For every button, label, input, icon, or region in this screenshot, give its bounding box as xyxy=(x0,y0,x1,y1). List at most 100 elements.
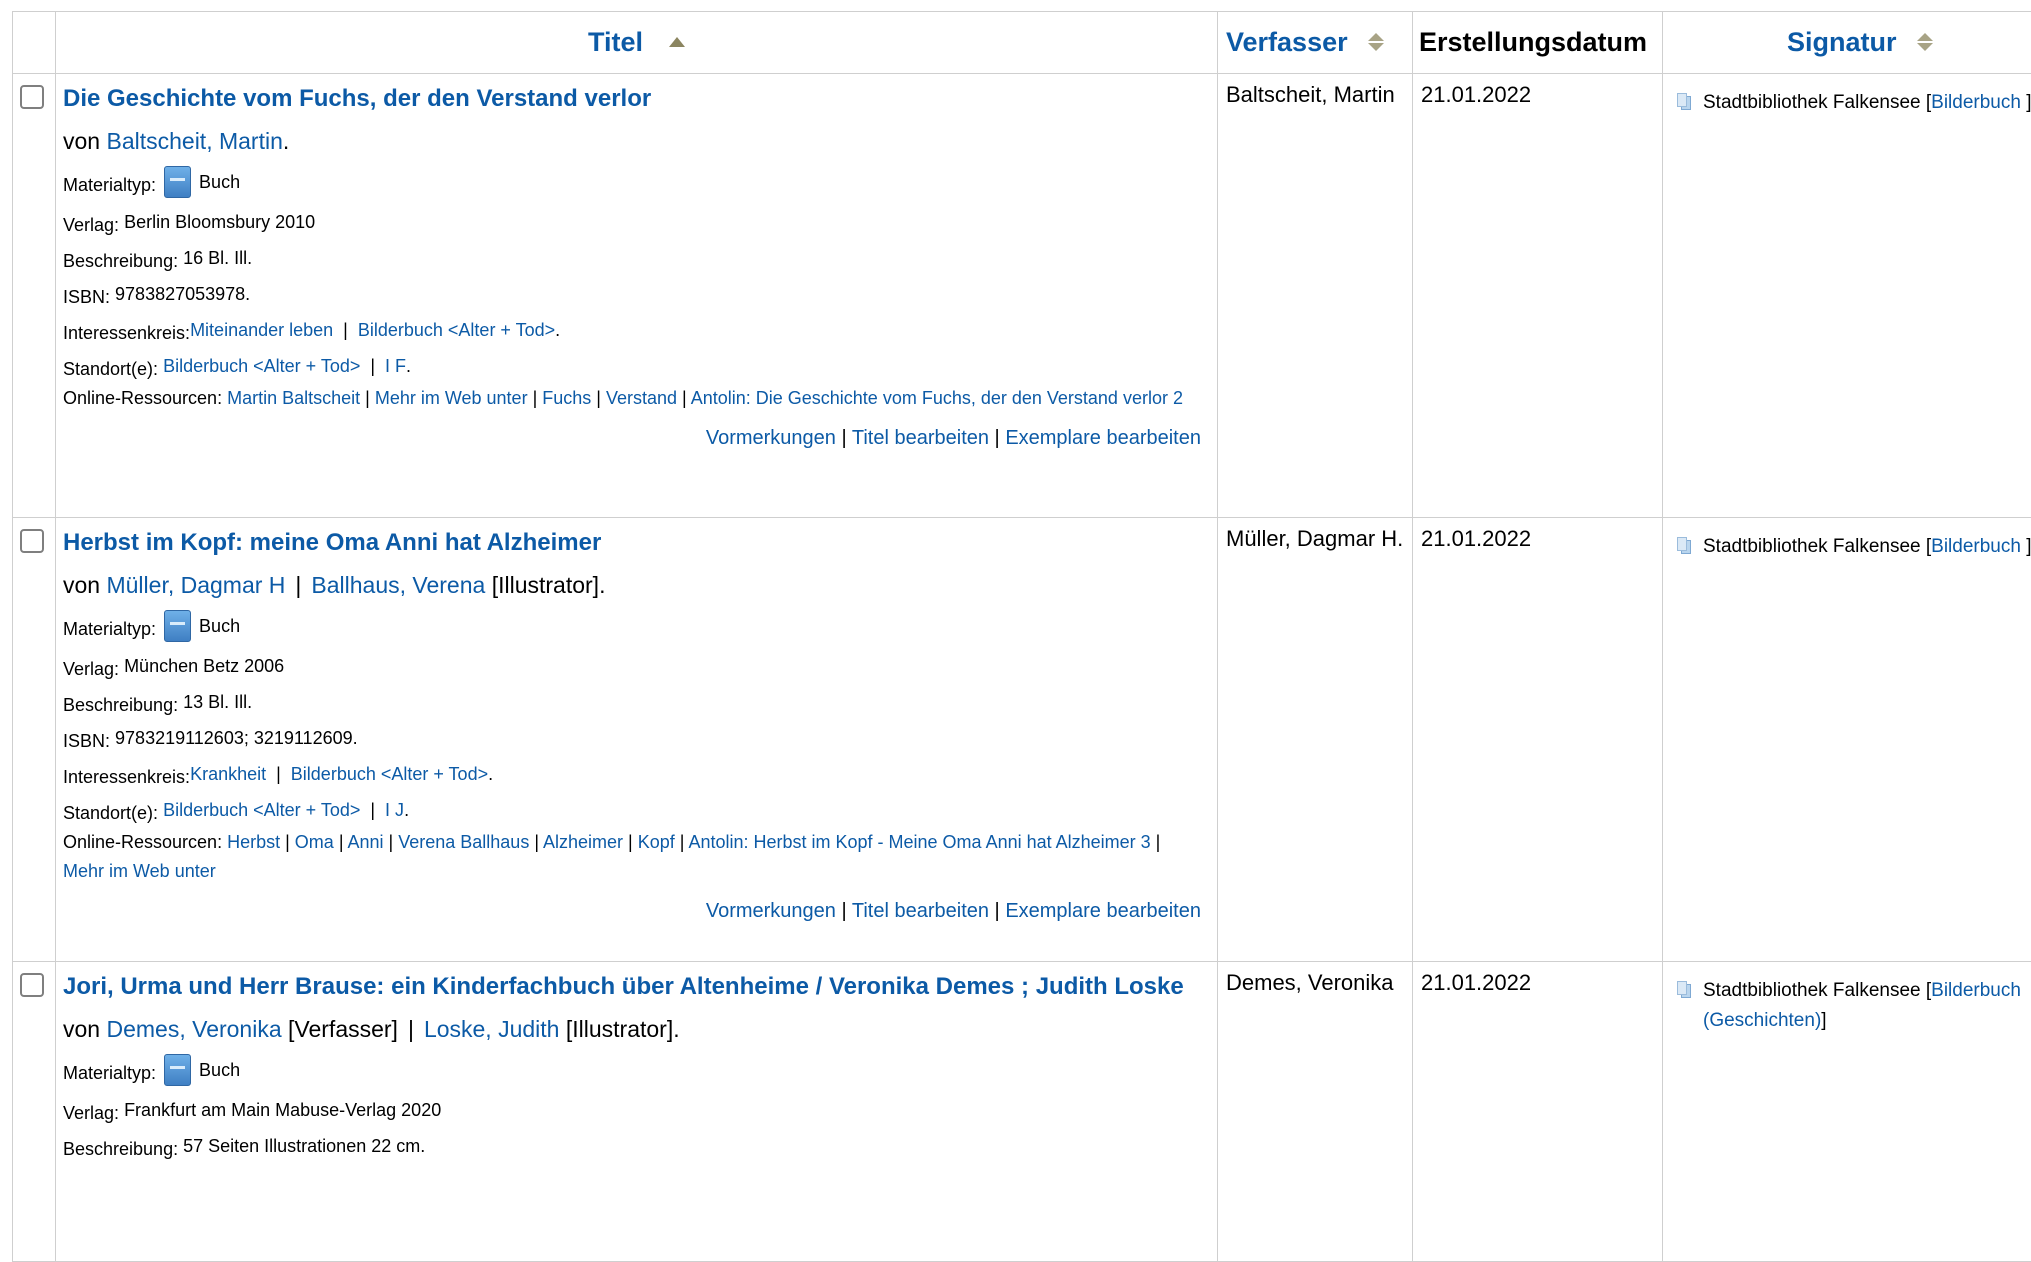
standort-link[interactable]: I J xyxy=(385,798,404,822)
online-resource-link[interactable]: Mehr im Web unter xyxy=(375,388,528,408)
isbn-field: ISBN: 9783219112603; 3219112609. xyxy=(63,726,1209,750)
signature-cell: Stadtbibliothek Falkensee [Bilderbuch ] xyxy=(1663,74,2031,518)
book-icon xyxy=(164,166,191,198)
table-row: Herbst im Kopf: meine Oma Anni hat Alzhe… xyxy=(13,518,2031,962)
select-checkbox[interactable] xyxy=(20,529,44,553)
record-title-link[interactable]: Die Geschichte vom Fuchs, der den Versta… xyxy=(63,80,1209,118)
sort-by-author-link[interactable]: Verfasser xyxy=(1226,27,1348,57)
author-link[interactable]: Baltscheit, Martin xyxy=(106,128,282,154)
online-resource-link[interactable]: Alzheimer xyxy=(543,832,623,852)
interessenkreis-link[interactable]: Bilderbuch <Alter + Tod> xyxy=(358,318,555,342)
select-checkbox[interactable] xyxy=(20,85,44,109)
record-author-line: von Demes, Veronika [Verfasser]|Loske, J… xyxy=(63,1016,1209,1042)
beschreibung-field: Beschreibung: 57 Seiten Illustrationen 2… xyxy=(63,1134,1209,1158)
author-link[interactable]: Loske, Judith xyxy=(424,1016,560,1042)
sort-toggle-icon[interactable] xyxy=(1917,33,1933,51)
signature-link[interactable]: Bilderbuch xyxy=(1931,92,2021,113)
edit-title-link[interactable]: Titel bearbeiten xyxy=(852,427,989,449)
online-resource-link[interactable]: Martin Baltscheit xyxy=(227,388,360,408)
copies-icon xyxy=(1681,96,1691,110)
online-resource-link[interactable]: Fuchs xyxy=(542,388,591,408)
online-resource-link[interactable]: Herbst xyxy=(227,832,280,852)
standort-link[interactable]: Bilderbuch <Alter + Tod> xyxy=(163,798,360,822)
online-resource-link[interactable]: Kopf xyxy=(638,832,675,852)
copies-icon xyxy=(1681,984,1691,998)
vormerkungen-link[interactable]: Vormerkungen xyxy=(706,900,836,922)
standort-field: Standort(e): Bilderbuch <Alter + Tod>|I … xyxy=(63,354,1209,378)
online-resource-link[interactable]: Oma xyxy=(295,832,334,852)
isbn-field: ISBN: 9783827053978. xyxy=(63,282,1209,306)
copies-icon xyxy=(1681,540,1691,554)
interessenkreis-field: Interessenkreis:Miteinander leben|Bilder… xyxy=(63,318,1209,342)
title-column-header[interactable]: Titel xyxy=(56,12,1218,74)
date-column-label: Erstellungsdatum xyxy=(1419,27,1647,57)
record-title-link[interactable]: Herbst im Kopf: meine Oma Anni hat Alzhe… xyxy=(63,524,1209,562)
record-cell: Herbst im Kopf: meine Oma Anni hat Alzhe… xyxy=(56,518,1218,962)
interessenkreis-field: Interessenkreis:Krankheit|Bilderbuch <Al… xyxy=(63,762,1209,786)
interessenkreis-link[interactable]: Miteinander leben xyxy=(190,318,333,342)
sort-by-title-link[interactable]: Titel xyxy=(588,27,643,57)
sort-toggle-icon[interactable] xyxy=(1368,33,1384,51)
date-cell: 21.01.2022 xyxy=(1413,962,1663,1262)
online-resource-link[interactable]: Verena Ballhaus xyxy=(398,832,529,852)
beschreibung-field: Beschreibung: 16 Bl. Ill. xyxy=(63,246,1209,270)
sort-ascending-icon[interactable] xyxy=(669,37,685,47)
record-author-line: von Baltscheit, Martin. xyxy=(63,128,1209,154)
sort-by-signature-link[interactable]: Signatur xyxy=(1787,27,1897,57)
vormerkungen-link[interactable]: Vormerkungen xyxy=(706,427,836,449)
select-checkbox[interactable] xyxy=(20,973,44,997)
select-column-header xyxy=(13,12,56,74)
online-resource-link[interactable]: Antolin: Herbst im Kopf - Meine Oma Anni… xyxy=(688,832,1150,852)
record-cell: Die Geschichte vom Fuchs, der den Versta… xyxy=(56,74,1218,518)
select-cell xyxy=(13,962,56,1262)
author-link[interactable]: Demes, Veronika xyxy=(106,1016,281,1042)
record-actions: Vormerkungen | Titel bearbeiten | Exempl… xyxy=(63,886,1209,929)
standort-field: Standort(e): Bilderbuch <Alter + Tod>|I … xyxy=(63,798,1209,822)
online-resources-field: Online-Ressourcen: Herbst | Oma | Anni |… xyxy=(63,828,1209,886)
beschreibung-field: Beschreibung: 13 Bl. Ill. xyxy=(63,690,1209,714)
date-cell: 21.01.2022 xyxy=(1413,74,1663,518)
record-actions: Vormerkungen | Titel bearbeiten | Exempl… xyxy=(63,413,1209,456)
book-icon xyxy=(164,1054,191,1086)
results-table: Titel Verfasser Erstellungsdatum Signatu… xyxy=(12,11,2031,1262)
edit-items-link[interactable]: Exemplare bearbeiten xyxy=(1005,427,1201,449)
verlag-field: Verlag: Frankfurt am Main Mabuse-Verlag … xyxy=(63,1098,1209,1122)
record-author-line: von Müller, Dagmar H|Ballhaus, Verena [I… xyxy=(63,572,1209,598)
edit-items-link[interactable]: Exemplare bearbeiten xyxy=(1005,900,1201,922)
author-cell: Müller, Dagmar H. xyxy=(1218,518,1413,962)
signature-cell: Stadtbibliothek Falkensee [Bilderbuch ] xyxy=(1663,518,2031,962)
materialtyp-field: Materialtyp: Buch xyxy=(63,610,1209,642)
standort-link[interactable]: I F xyxy=(385,354,406,378)
signature-link[interactable]: Bilderbuch xyxy=(1931,536,2021,557)
table-row: Die Geschichte vom Fuchs, der den Versta… xyxy=(13,74,2031,518)
table-row: Jori, Urma und Herr Brause: ein Kinderfa… xyxy=(13,962,2031,1262)
signature-column-header[interactable]: Signatur xyxy=(1663,12,2031,74)
materialtyp-field: Materialtyp: Buch xyxy=(63,166,1209,198)
online-resource-link[interactable]: Mehr im Web unter xyxy=(63,861,216,881)
edit-title-link[interactable]: Titel bearbeiten xyxy=(852,900,989,922)
book-icon xyxy=(164,610,191,642)
author-cell: Baltscheit, Martin xyxy=(1218,74,1413,518)
online-resources-field: Online-Ressourcen: Martin Baltscheit | M… xyxy=(63,384,1209,413)
materialtyp-field: Materialtyp: Buch xyxy=(63,1054,1209,1086)
verlag-field: Verlag: München Betz 2006 xyxy=(63,654,1209,678)
author-link[interactable]: Ballhaus, Verena xyxy=(311,572,485,598)
online-resource-link[interactable]: Antolin: Die Geschichte vom Fuchs, der d… xyxy=(691,388,1183,408)
table-header-row: Titel Verfasser Erstellungsdatum Signatu… xyxy=(13,12,2031,74)
select-cell xyxy=(13,74,56,518)
record-title-link[interactable]: Jori, Urma und Herr Brause: ein Kinderfa… xyxy=(63,968,1209,1006)
interessenkreis-link[interactable]: Krankheit xyxy=(190,762,266,786)
select-cell xyxy=(13,518,56,962)
verlag-field: Verlag: Berlin Bloomsbury 2010 xyxy=(63,210,1209,234)
author-link[interactable]: Müller, Dagmar H xyxy=(106,572,285,598)
date-cell: 21.01.2022 xyxy=(1413,518,1663,962)
online-resource-link[interactable]: Anni xyxy=(348,832,384,852)
author-cell: Demes, Veronika xyxy=(1218,962,1413,1262)
author-column-header[interactable]: Verfasser xyxy=(1218,12,1413,74)
date-column-header: Erstellungsdatum xyxy=(1413,12,1663,74)
interessenkreis-link[interactable]: Bilderbuch <Alter + Tod> xyxy=(291,762,488,786)
online-resource-link[interactable]: Verstand xyxy=(606,388,677,408)
record-cell: Jori, Urma und Herr Brause: ein Kinderfa… xyxy=(56,962,1218,1262)
standort-link[interactable]: Bilderbuch <Alter + Tod> xyxy=(163,354,360,378)
signature-cell: Stadtbibliothek Falkensee [Bilderbuch (G… xyxy=(1663,962,2031,1262)
